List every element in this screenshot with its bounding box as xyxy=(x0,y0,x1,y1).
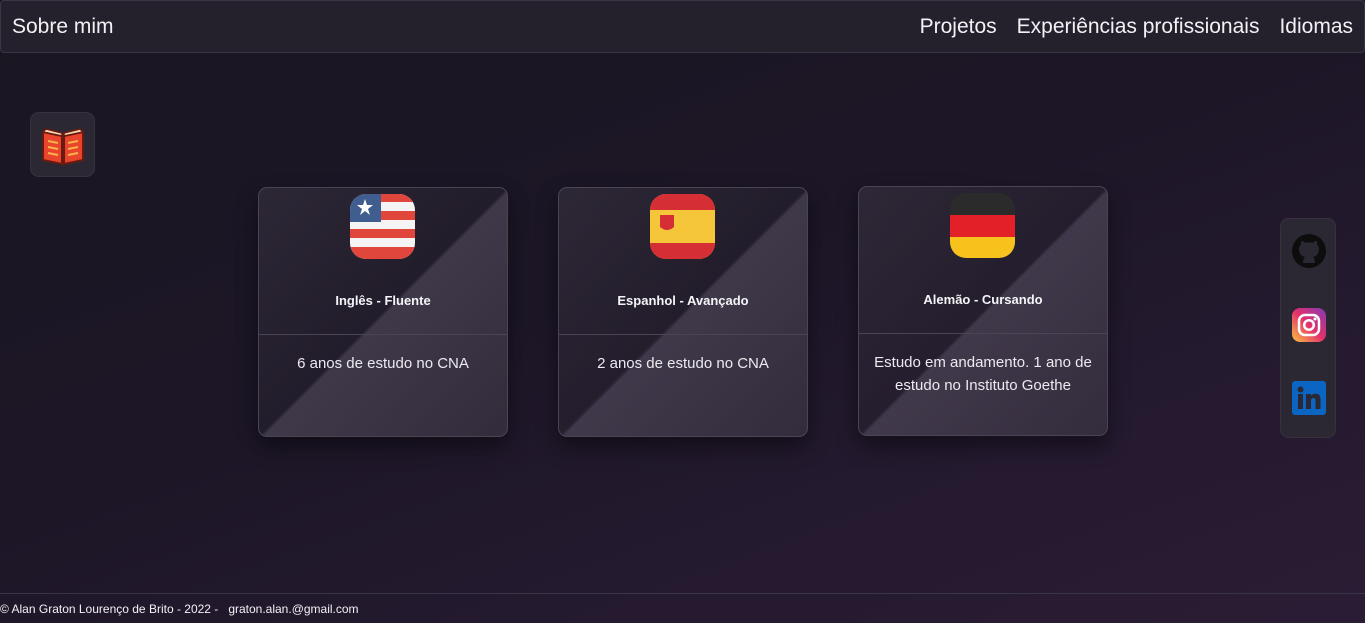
top-navbar: Sobre mim Projetos Experiências profissi… xyxy=(0,0,1365,53)
nav-link-experiencias[interactable]: Experiências profissionais xyxy=(1017,15,1260,39)
book-button[interactable] xyxy=(30,112,95,177)
language-card-alemao: Alemão - Cursando Estudo em andamento. 1… xyxy=(858,186,1108,436)
instagram-icon[interactable] xyxy=(1291,307,1327,343)
language-card-espanhol: Espanhol - Avançado 2 anos de estudo no … xyxy=(558,187,808,437)
us-flag-icon xyxy=(350,194,415,259)
nav-link-projetos[interactable]: Projetos xyxy=(920,15,997,39)
social-links xyxy=(1280,218,1336,438)
footer: © Alan Graton Lourenço de Brito - 2022 -… xyxy=(0,593,1365,623)
nav-link-sobre-mim[interactable]: Sobre mim xyxy=(12,15,114,39)
linkedin-icon[interactable] xyxy=(1291,380,1327,416)
nav-link-idiomas[interactable]: Idiomas xyxy=(1279,15,1353,39)
github-icon[interactable] xyxy=(1291,233,1327,269)
book-icon xyxy=(40,127,85,165)
footer-copyright: © Alan Graton Lourenço de Brito - 2022 - xyxy=(0,601,219,616)
card-text: 2 anos de estudo no CNA xyxy=(597,355,769,372)
card-text: Estudo em andamento. 1 ano de estudo no … xyxy=(874,354,1092,394)
nav-links: Projetos Experiências profissionais Idio… xyxy=(920,15,1353,39)
card-text: 6 anos de estudo no CNA xyxy=(297,355,469,372)
card-title: Espanhol - Avançado xyxy=(617,293,749,308)
card-title: Alemão - Cursando xyxy=(923,292,1043,307)
card-title: Inglês - Fluente xyxy=(335,293,431,308)
spain-flag-icon xyxy=(650,194,715,259)
footer-email-link[interactable]: graton.alan.@gmail.com xyxy=(228,602,358,616)
language-card-ingles: Inglês - Fluente 6 anos de estudo no CNA xyxy=(258,187,508,437)
germany-flag-icon xyxy=(950,193,1015,258)
